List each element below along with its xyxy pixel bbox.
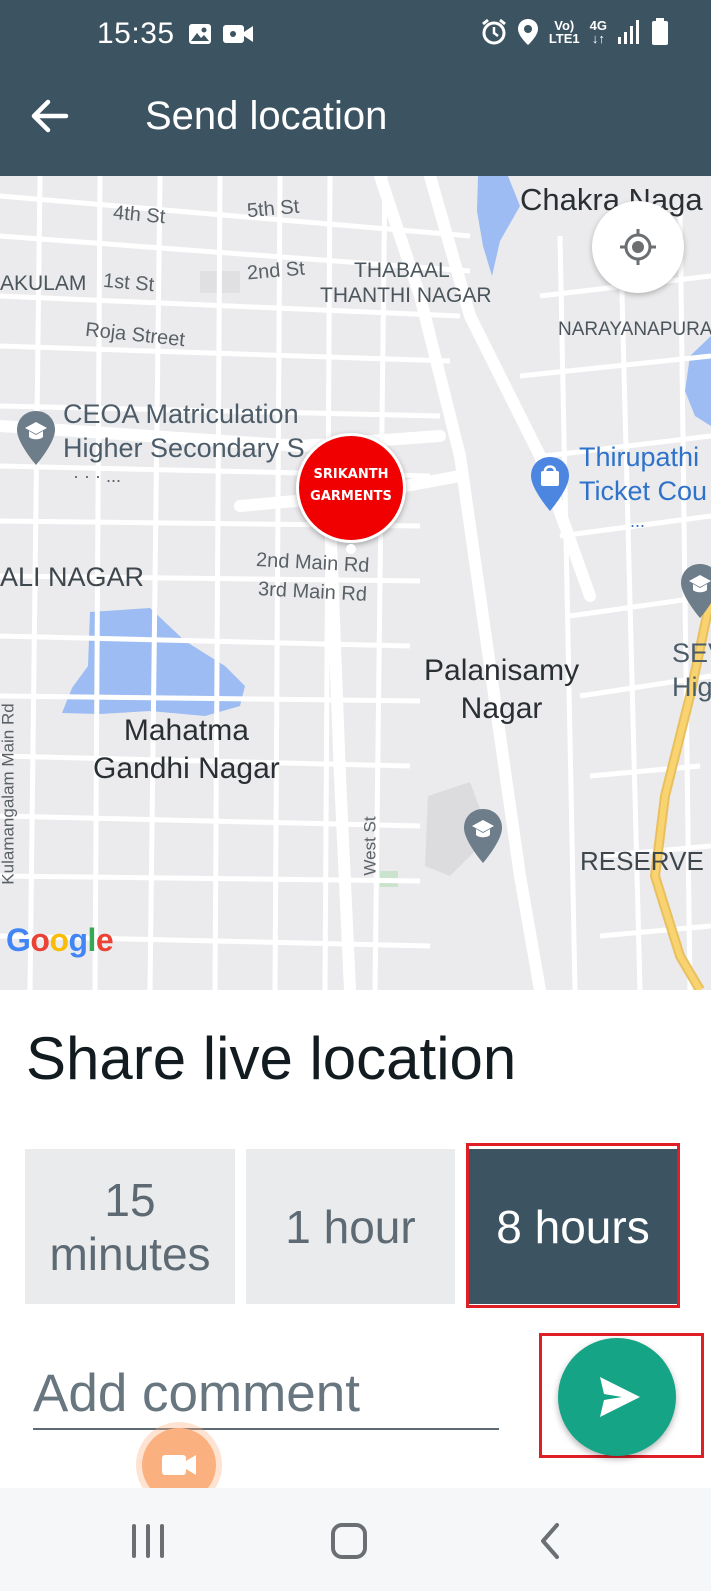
arrow-left-icon [31,99,69,133]
app-header: 15:35 Vo) LTE1 4G ↓↑ Send location [0,0,711,176]
image-icon [189,24,211,44]
home-icon [331,1523,367,1559]
school-pin-icon [681,564,711,618]
map-label: THABAAL [354,259,450,282]
send-icon [600,1377,640,1417]
duration-option-8-hours[interactable]: 8 hours [469,1149,677,1304]
comment-input[interactable] [33,1358,499,1430]
map-label: Kulamangalam Main Rd [0,703,18,885]
map-label: RESERVE L [580,846,711,876]
shopping-bag-pin-icon [531,457,569,511]
map-label: Hig [672,672,711,702]
google-logo: Google [6,922,114,958]
signal-icon [618,20,639,44]
map-label: Palanisamy Nagar [424,654,580,725]
recent-apps-icon [132,1524,164,1558]
section-title: Share live location [26,1025,517,1092]
crosshair-icon [620,229,656,265]
map-label: ... [630,511,646,531]
marker-dot [346,544,356,554]
map-view[interactable]: Chakra Naga 4th St 5th St AKULAM 1st St … [0,176,711,990]
map-label: Mahatma Gandhi Nagar [93,714,280,785]
map-label: ALI NAGAR [0,562,145,592]
system-back-button[interactable] [521,1518,581,1564]
back-button[interactable] [28,94,72,138]
map-label: 4th St [112,201,167,229]
map-label: Thirupathi [579,442,700,472]
location-pin-icon [517,19,538,45]
battery-icon [652,18,668,45]
status-icons-left [188,22,254,46]
status-time: 15:35 [97,17,175,50]
duration-option-1-hour[interactable]: 1 hour [246,1149,455,1304]
screen: 15:35 Vo) LTE1 4G ↓↑ Send location Chakr… [0,0,711,1591]
send-button[interactable] [558,1338,676,1456]
map-label: AKULAM [0,272,87,295]
map-label: Ticket Cou [579,476,708,506]
back-icon [541,1523,559,1559]
map-label: THANTHI NAGAR [320,284,492,307]
map-label: CEOA Matriculation [63,399,299,429]
video-camera-icon [223,25,253,43]
map-label: SEV [672,638,711,668]
page-title: Send location [145,94,388,138]
school-pin-icon [17,411,55,465]
school-pin-icon [464,809,502,863]
my-location-button[interactable] [592,201,684,293]
shop-location-marker[interactable]: SRIKANTH GARMENTS [296,433,406,543]
map-label: 5th St [246,195,301,223]
map-label: Higher Secondary S [63,433,305,463]
status-icons-right: Vo) LTE1 4G ↓↑ [481,18,669,46]
home-button[interactable] [319,1518,379,1564]
map-label: · · · ... [73,466,121,486]
share-live-location-panel: Share live location 15 minutes 1 hour 8 … [0,990,711,1502]
4g-icon: 4G ↓↑ [589,18,607,46]
duration-option-15-minutes[interactable]: 15 minutes [25,1149,235,1304]
map-label: 1st St [102,269,156,297]
map-label: NARAYANAPURA [558,319,711,340]
map-label: West St [360,816,380,876]
volte-icon: Vo) LTE1 [548,18,580,46]
system-nav-bar [0,1488,711,1591]
recent-apps-button[interactable] [118,1518,178,1564]
alarm-icon [481,18,506,45]
